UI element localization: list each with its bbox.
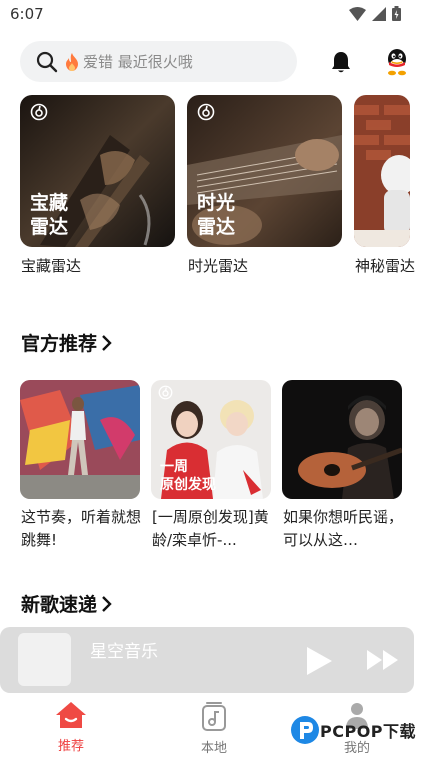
qq-icon[interactable] <box>384 48 410 76</box>
status-bar: 6:07 <box>0 0 429 30</box>
netease-logo-icon <box>197 103 215 121</box>
status-icons <box>349 6 401 21</box>
netease-logo-icon <box>30 103 48 121</box>
pcpop-logo-icon <box>291 716 319 744</box>
nav-item-local[interactable]: 本地 <box>184 701 244 756</box>
section-official-title[interactable]: 官方推荐 <box>21 329 113 356</box>
fast-forward-icon[interactable] <box>366 649 399 671</box>
nav-item-recommend[interactable]: 推荐 <box>41 701 101 754</box>
search-keyword: 爱错 <box>83 53 114 71</box>
chevron-right-icon <box>102 334 112 351</box>
radar-label: 神秘雷达 <box>355 257 416 275</box>
radar-cover-image <box>354 95 410 247</box>
radar-label: 时光雷达 <box>188 257 249 275</box>
nav-label: 本地 <box>200 741 227 756</box>
playlist-card[interactable] <box>282 380 402 499</box>
netease-logo-icon <box>158 385 173 400</box>
playlist-title: 这节奏，听着就想跳舞! <box>21 508 142 549</box>
search-placeholder: 爱错 最近很火哦 <box>83 51 193 72</box>
playlist-overlay-text: 一周 原创发现 <box>160 459 216 493</box>
player-title: 星空音乐 <box>90 642 158 662</box>
playlist-cover-image <box>20 380 140 499</box>
search-bar[interactable]: 爱错 最近很火哦 <box>20 41 297 82</box>
watermark-text: PCPOP下载 <box>320 722 417 741</box>
wifi-icon <box>349 6 366 21</box>
player-cover <box>18 633 71 686</box>
search-hint: 最近很火哦 <box>117 53 193 71</box>
section-new-songs-title[interactable]: 新歌速递 <box>21 590 113 617</box>
chevron-right-icon <box>102 595 112 612</box>
bell-icon[interactable] <box>329 50 353 74</box>
fire-icon <box>66 52 78 71</box>
search-icon <box>36 51 58 72</box>
battery-icon <box>392 6 401 21</box>
music-file-icon <box>202 702 226 731</box>
playlist-cover-image <box>282 380 402 499</box>
signal-icon <box>372 6 386 21</box>
playlist-card[interactable] <box>20 380 140 499</box>
radar-overlay-text: 宝藏 雷达 <box>30 192 69 238</box>
playlist-title: [一周原创发现]黄龄/栾卓忻-... <box>152 508 269 549</box>
status-time: 6:07 <box>10 5 44 23</box>
radar-card-treasure[interactable]: 宝藏 雷达 <box>20 95 175 247</box>
watermark: PCPOP下载 <box>290 715 416 745</box>
play-icon[interactable] <box>305 646 333 676</box>
nav-label: 推荐 <box>57 739 84 754</box>
radar-card-time[interactable]: 时光 雷达 <box>187 95 342 247</box>
playlist-title: 如果你想听民谣，可以从这… <box>283 508 404 549</box>
radar-card-mystery[interactable] <box>354 95 410 247</box>
radar-label: 宝藏雷达 <box>21 257 82 275</box>
mini-player[interactable]: 星空音乐 <box>0 627 414 693</box>
home-icon <box>56 702 86 728</box>
radar-overlay-text: 时光 雷达 <box>197 192 236 238</box>
playlist-card[interactable]: 一周 原创发现 <box>151 380 271 499</box>
